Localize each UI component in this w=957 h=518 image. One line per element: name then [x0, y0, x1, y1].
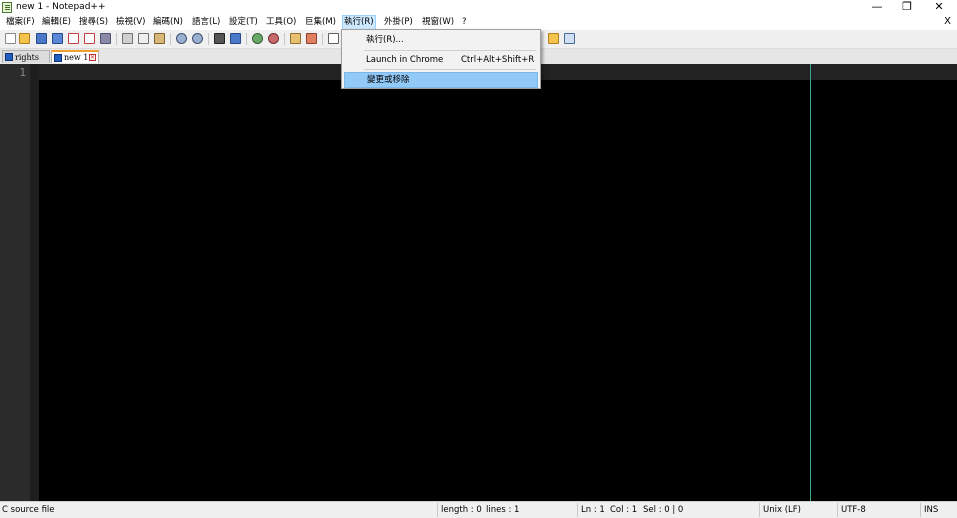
- tab-new-1[interactable]: new 1 ✕: [51, 50, 99, 63]
- menu-tools[interactable]: 工具(O): [265, 16, 297, 29]
- file-saved-icon: [5, 53, 13, 61]
- status-selection: Sel : 0 | 0: [643, 505, 684, 515]
- menu-bar: 檔案(F) 編輯(E) 搜尋(S) 檢視(V) 編碼(N) 語言(L) 設定(T…: [0, 15, 957, 30]
- menu-item-shortcut: Ctrl+Alt+Shift+R: [461, 55, 535, 65]
- menu-edit[interactable]: 編輯(E): [41, 16, 72, 29]
- line-number-gutter: 1: [0, 64, 30, 501]
- status-separator: [577, 503, 578, 517]
- notepad-plus-plus-icon: [2, 2, 12, 13]
- tab-label: rights: [15, 53, 39, 62]
- open-file-icon[interactable]: [19, 33, 30, 44]
- toolbar-separator: [208, 33, 209, 45]
- menu-help[interactable]: ?: [461, 16, 468, 29]
- file-unsaved-icon: [54, 54, 62, 62]
- status-file-type: C source file: [2, 505, 55, 515]
- undo-icon[interactable]: [176, 33, 187, 44]
- status-separator: [837, 503, 838, 517]
- run-menu-item-launch-chrome[interactable]: Launch in Chrome Ctrl+Alt+Shift+R: [344, 52, 538, 68]
- save-icon[interactable]: [36, 33, 47, 44]
- status-separator: [759, 503, 760, 517]
- menu-run[interactable]: 執行(R): [342, 15, 376, 30]
- menu-item-label: Launch in Chrome: [366, 55, 444, 65]
- toolbar-separator: [322, 33, 323, 45]
- menu-window[interactable]: 視窗(W): [421, 16, 455, 29]
- close-all-icon[interactable]: [84, 33, 95, 44]
- menu-plugins[interactable]: 外掛(P): [383, 16, 414, 29]
- find-icon[interactable]: [214, 33, 225, 44]
- run-menu-dropdown: 執行(R)... Launch in Chrome Ctrl+Alt+Shift…: [341, 29, 541, 89]
- menu-macro[interactable]: 巨集(M): [304, 16, 337, 29]
- status-length: length : 0: [441, 505, 482, 515]
- sync-horizontal-icon[interactable]: [306, 33, 317, 44]
- replace-icon[interactable]: [230, 33, 241, 44]
- status-separator: [920, 503, 921, 517]
- menu-encoding[interactable]: 編碼(N): [152, 16, 184, 29]
- cut-icon[interactable]: [122, 33, 133, 44]
- status-bar: C source file length : 0 lines : 1 Ln : …: [0, 501, 957, 518]
- word-wrap-icon[interactable]: [328, 33, 339, 44]
- menu-separator: [364, 50, 536, 51]
- toolbar-separator: [284, 33, 285, 45]
- menu-separator: [364, 69, 536, 70]
- fold-margin[interactable]: [30, 64, 39, 501]
- menu-search[interactable]: 搜尋(S): [78, 16, 109, 29]
- close-document-button[interactable]: X: [944, 16, 951, 27]
- monitor-icon[interactable]: [564, 33, 575, 44]
- close-icon[interactable]: [68, 33, 79, 44]
- edge-column-line: [810, 64, 811, 501]
- tab-close-icon[interactable]: ✕: [89, 54, 96, 61]
- status-separator: [437, 503, 438, 517]
- tab-label: new 1: [64, 53, 89, 62]
- minimize-button[interactable]: —: [862, 0, 892, 15]
- print-icon[interactable]: [100, 33, 111, 44]
- status-column: Col : 1: [610, 505, 638, 515]
- menu-language[interactable]: 語言(L): [191, 16, 221, 29]
- status-lines: lines : 1: [486, 505, 520, 515]
- toolbar-separator: [170, 33, 171, 45]
- new-file-icon[interactable]: [5, 33, 16, 44]
- menu-settings[interactable]: 設定(T): [228, 16, 259, 29]
- zoom-in-icon[interactable]: [252, 33, 263, 44]
- menu-item-label: 變更或移除: [367, 75, 410, 85]
- save-all-icon[interactable]: [52, 33, 63, 44]
- redo-icon[interactable]: [192, 33, 203, 44]
- copy-icon[interactable]: [138, 33, 149, 44]
- sync-vertical-icon[interactable]: [290, 33, 301, 44]
- status-eol: Unix (LF): [763, 505, 801, 515]
- window-title: new 1 - Notepad++: [16, 2, 106, 12]
- status-encoding: UTF-8: [841, 505, 866, 515]
- tab-rights[interactable]: rights: [2, 50, 50, 63]
- menu-view[interactable]: 檢視(V): [115, 16, 146, 29]
- menu-file[interactable]: 檔案(F): [5, 16, 36, 29]
- toolbar-separator: [116, 33, 117, 45]
- line-number: 1: [19, 66, 26, 79]
- run-menu-item-modify-delete[interactable]: 變更或移除: [344, 72, 538, 88]
- status-insert-mode: INS: [924, 505, 939, 515]
- paste-icon[interactable]: [154, 33, 165, 44]
- status-line: Ln : 1: [581, 505, 605, 515]
- editor-area[interactable]: 1: [0, 64, 957, 501]
- zoom-out-icon[interactable]: [268, 33, 279, 44]
- title-bar: new 1 - Notepad++ — ❐ ✕: [0, 0, 957, 15]
- restore-button[interactable]: ❐: [892, 0, 922, 15]
- menu-item-label: 執行(R)...: [366, 35, 404, 45]
- run-menu-item-run[interactable]: 執行(R)...: [344, 32, 538, 48]
- toolbar-separator: [246, 33, 247, 45]
- folder-workspace-icon[interactable]: [548, 33, 559, 44]
- close-window-button[interactable]: ✕: [924, 0, 954, 15]
